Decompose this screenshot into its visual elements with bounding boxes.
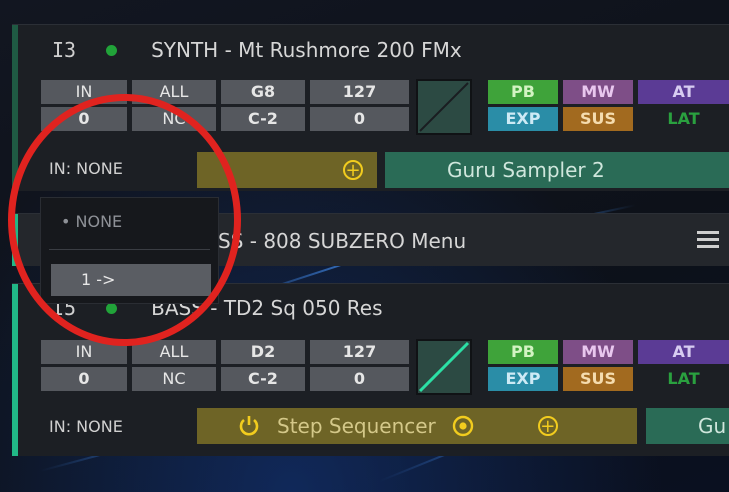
plus-circle-icon[interactable]: +	[343, 160, 363, 180]
dropdown-divider	[49, 249, 210, 250]
key-range-low[interactable]: C-2	[221, 367, 305, 391]
plugin-name: Gu	[698, 414, 727, 438]
track-color-bar	[12, 284, 18, 456]
track-number: I3	[52, 38, 77, 62]
input-source-dropdown: • NONE 1 ->	[40, 197, 219, 304]
input-port[interactable]: IN	[41, 80, 127, 104]
track-title: SS - 808 SUBZERO Menu	[218, 229, 467, 253]
key-range-high[interactable]: D2	[221, 340, 305, 364]
input-channel[interactable]: ALL	[132, 80, 216, 104]
velocity-high[interactable]: 127	[310, 80, 409, 104]
velocity-curve[interactable]	[416, 79, 472, 135]
output-channel[interactable]: NC	[132, 107, 216, 131]
input-port[interactable]: IN	[41, 340, 127, 364]
empty-plugin-slot[interactable]: +	[197, 152, 377, 188]
track-title: SYNTH - Mt Rushmore 200 FMx	[151, 38, 462, 62]
sus-filter-button[interactable]: SUS	[563, 367, 633, 391]
velocity-low[interactable]: 0	[310, 107, 409, 131]
input-source-selector[interactable]: IN: NONE	[49, 159, 123, 178]
input-source-selector[interactable]: IN: NONE	[49, 417, 123, 436]
plus-circle-icon[interactable]: +	[537, 416, 558, 436]
velocity-high[interactable]: 127	[310, 340, 409, 364]
status-dot	[106, 302, 118, 314]
dropdown-option-none[interactable]: • NONE	[61, 212, 122, 231]
plugin-slot[interactable]: Gu	[646, 408, 729, 444]
track-header[interactable]: SS - 808 SUBZERO Menu	[218, 229, 466, 253]
transpose[interactable]: 0	[41, 367, 127, 391]
lat-filter-button[interactable]: LAT	[638, 367, 729, 391]
pb-filter-button[interactable]: PB	[488, 340, 558, 364]
transpose[interactable]: 0	[41, 107, 127, 131]
plugin-name: Step Sequencer	[277, 414, 436, 438]
input-channel[interactable]: ALL	[132, 340, 216, 364]
sus-filter-button[interactable]: SUS	[563, 107, 633, 131]
velocity-low[interactable]: 0	[310, 367, 409, 391]
key-range-low[interactable]: C-2	[221, 107, 305, 131]
power-icon[interactable]	[237, 414, 261, 438]
velocity-curve[interactable]	[416, 339, 472, 395]
track-color-bar	[12, 25, 18, 191]
lat-filter-button[interactable]: LAT	[638, 107, 729, 131]
output-channel[interactable]: NC	[132, 367, 216, 391]
track-header[interactable]: I3 SYNTH - Mt Rushmore 200 FMx	[52, 38, 462, 62]
status-dot	[106, 44, 118, 56]
curve-line-icon	[419, 82, 469, 132]
curve-line-icon	[418, 341, 470, 393]
pb-filter-button[interactable]: PB	[488, 80, 558, 104]
target-icon[interactable]	[452, 415, 474, 437]
exp-filter-button[interactable]: EXP	[488, 107, 558, 131]
key-range-high[interactable]: G8	[221, 80, 305, 104]
track-color-bar	[12, 214, 18, 266]
hamburger-menu-icon[interactable]	[697, 231, 719, 248]
mw-filter-button[interactable]: MW	[563, 340, 633, 364]
exp-filter-button[interactable]: EXP	[488, 367, 558, 391]
plugin-name: Guru Sampler 2	[447, 158, 605, 182]
mw-filter-button[interactable]: MW	[563, 80, 633, 104]
at-filter-button[interactable]: AT	[638, 80, 729, 104]
plugin-slot[interactable]: Step Sequencer +	[197, 408, 637, 444]
plugin-slot[interactable]: Guru Sampler 2	[385, 152, 729, 188]
dropdown-option-port-1[interactable]: 1 ->	[51, 264, 211, 296]
at-filter-button[interactable]: AT	[638, 340, 729, 364]
